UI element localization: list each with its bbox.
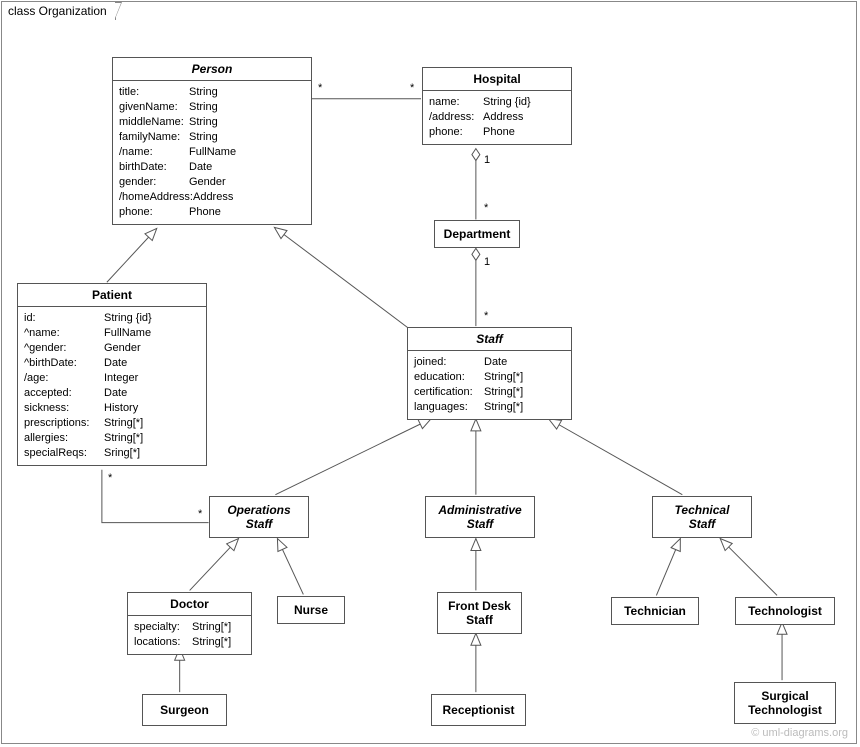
class-nurse: Nurse bbox=[277, 596, 345, 624]
class-surgeon-title: Surgeon bbox=[143, 695, 226, 725]
class-person: Person title:String givenName:String mid… bbox=[112, 57, 312, 225]
class-technician: Technician bbox=[611, 597, 699, 625]
class-technician-title: Technician bbox=[612, 598, 698, 624]
mult-hospital-dept-top: 1 bbox=[484, 154, 490, 166]
class-doctor-title: Doctor bbox=[128, 593, 251, 616]
class-frontdesk-staff: Front DeskStaff bbox=[437, 592, 522, 634]
mult-patient-ops-right: * bbox=[198, 508, 202, 520]
class-nurse-title: Nurse bbox=[278, 597, 344, 623]
class-operations-staff: OperationsStaff bbox=[209, 496, 309, 538]
class-hospital-title: Hospital bbox=[423, 68, 571, 91]
mult-person-hospital-right: * bbox=[410, 82, 414, 94]
uml-frame: class Organization bbox=[1, 1, 857, 744]
mult-person-hospital-left: * bbox=[318, 82, 322, 94]
mult-dept-staff-bot: * bbox=[484, 310, 488, 322]
class-operations-staff-title: OperationsStaff bbox=[210, 497, 308, 537]
class-surgeon: Surgeon bbox=[142, 694, 227, 726]
class-staff: Staff joined:Date education:String[*] ce… bbox=[407, 327, 572, 420]
class-technologist: Technologist bbox=[735, 597, 835, 625]
class-patient-attrs: id:String {id} ^name:FullName ^gender:Ge… bbox=[18, 307, 206, 465]
watermark: © uml-diagrams.org bbox=[751, 727, 848, 739]
class-hospital: Hospital name:String {id} /address:Addre… bbox=[422, 67, 572, 145]
class-patient-title: Patient bbox=[18, 284, 206, 307]
class-frontdesk-staff-title: Front DeskStaff bbox=[438, 593, 521, 633]
class-administrative-staff-title: AdministrativeStaff bbox=[426, 497, 534, 537]
mult-dept-staff-top: 1 bbox=[484, 256, 490, 268]
class-doctor: Doctor specialty:String[*] locations:Str… bbox=[127, 592, 252, 655]
class-doctor-attrs: specialty:String[*] locations:String[*] bbox=[128, 616, 251, 654]
class-receptionist-title: Receptionist bbox=[432, 695, 525, 725]
mult-patient-ops-left: * bbox=[108, 472, 112, 484]
mult-hospital-dept-bot: * bbox=[484, 202, 488, 214]
class-person-title: Person bbox=[113, 58, 311, 81]
class-receptionist: Receptionist bbox=[431, 694, 526, 726]
class-patient: Patient id:String {id} ^name:FullName ^g… bbox=[17, 283, 207, 466]
class-administrative-staff: AdministrativeStaff bbox=[425, 496, 535, 538]
class-technologist-title: Technologist bbox=[736, 598, 834, 624]
class-department-title: Department bbox=[435, 221, 519, 247]
class-staff-attrs: joined:Date education:String[*] certific… bbox=[408, 351, 571, 419]
class-surgical-technologist-title: SurgicalTechnologist bbox=[735, 683, 835, 723]
class-staff-title: Staff bbox=[408, 328, 571, 351]
frame-label-tab: class Organization bbox=[1, 1, 116, 20]
class-person-attrs: title:String givenName:String middleName… bbox=[113, 81, 311, 224]
class-surgical-technologist: SurgicalTechnologist bbox=[734, 682, 836, 724]
class-technical-staff-title: TechnicalStaff bbox=[653, 497, 751, 537]
class-department: Department bbox=[434, 220, 520, 248]
class-hospital-attrs: name:String {id} /address:Address phone:… bbox=[423, 91, 571, 144]
class-technical-staff: TechnicalStaff bbox=[652, 496, 752, 538]
frame-label: class Organization bbox=[8, 4, 107, 18]
